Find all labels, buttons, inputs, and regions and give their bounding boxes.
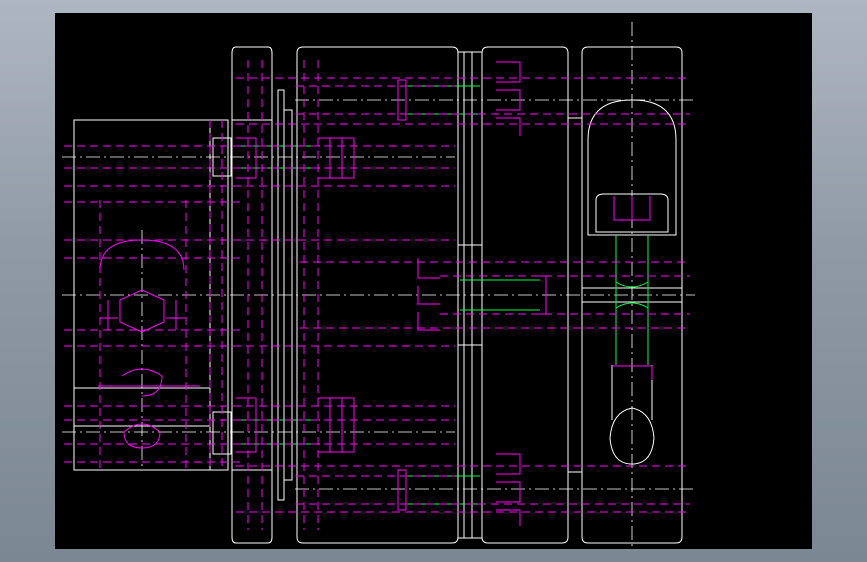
center-lines bbox=[62, 22, 695, 548]
bolt-details bbox=[98, 61, 653, 526]
coupling-drawing bbox=[62, 22, 695, 548]
cad-drawing-viewport[interactable] bbox=[55, 13, 812, 549]
